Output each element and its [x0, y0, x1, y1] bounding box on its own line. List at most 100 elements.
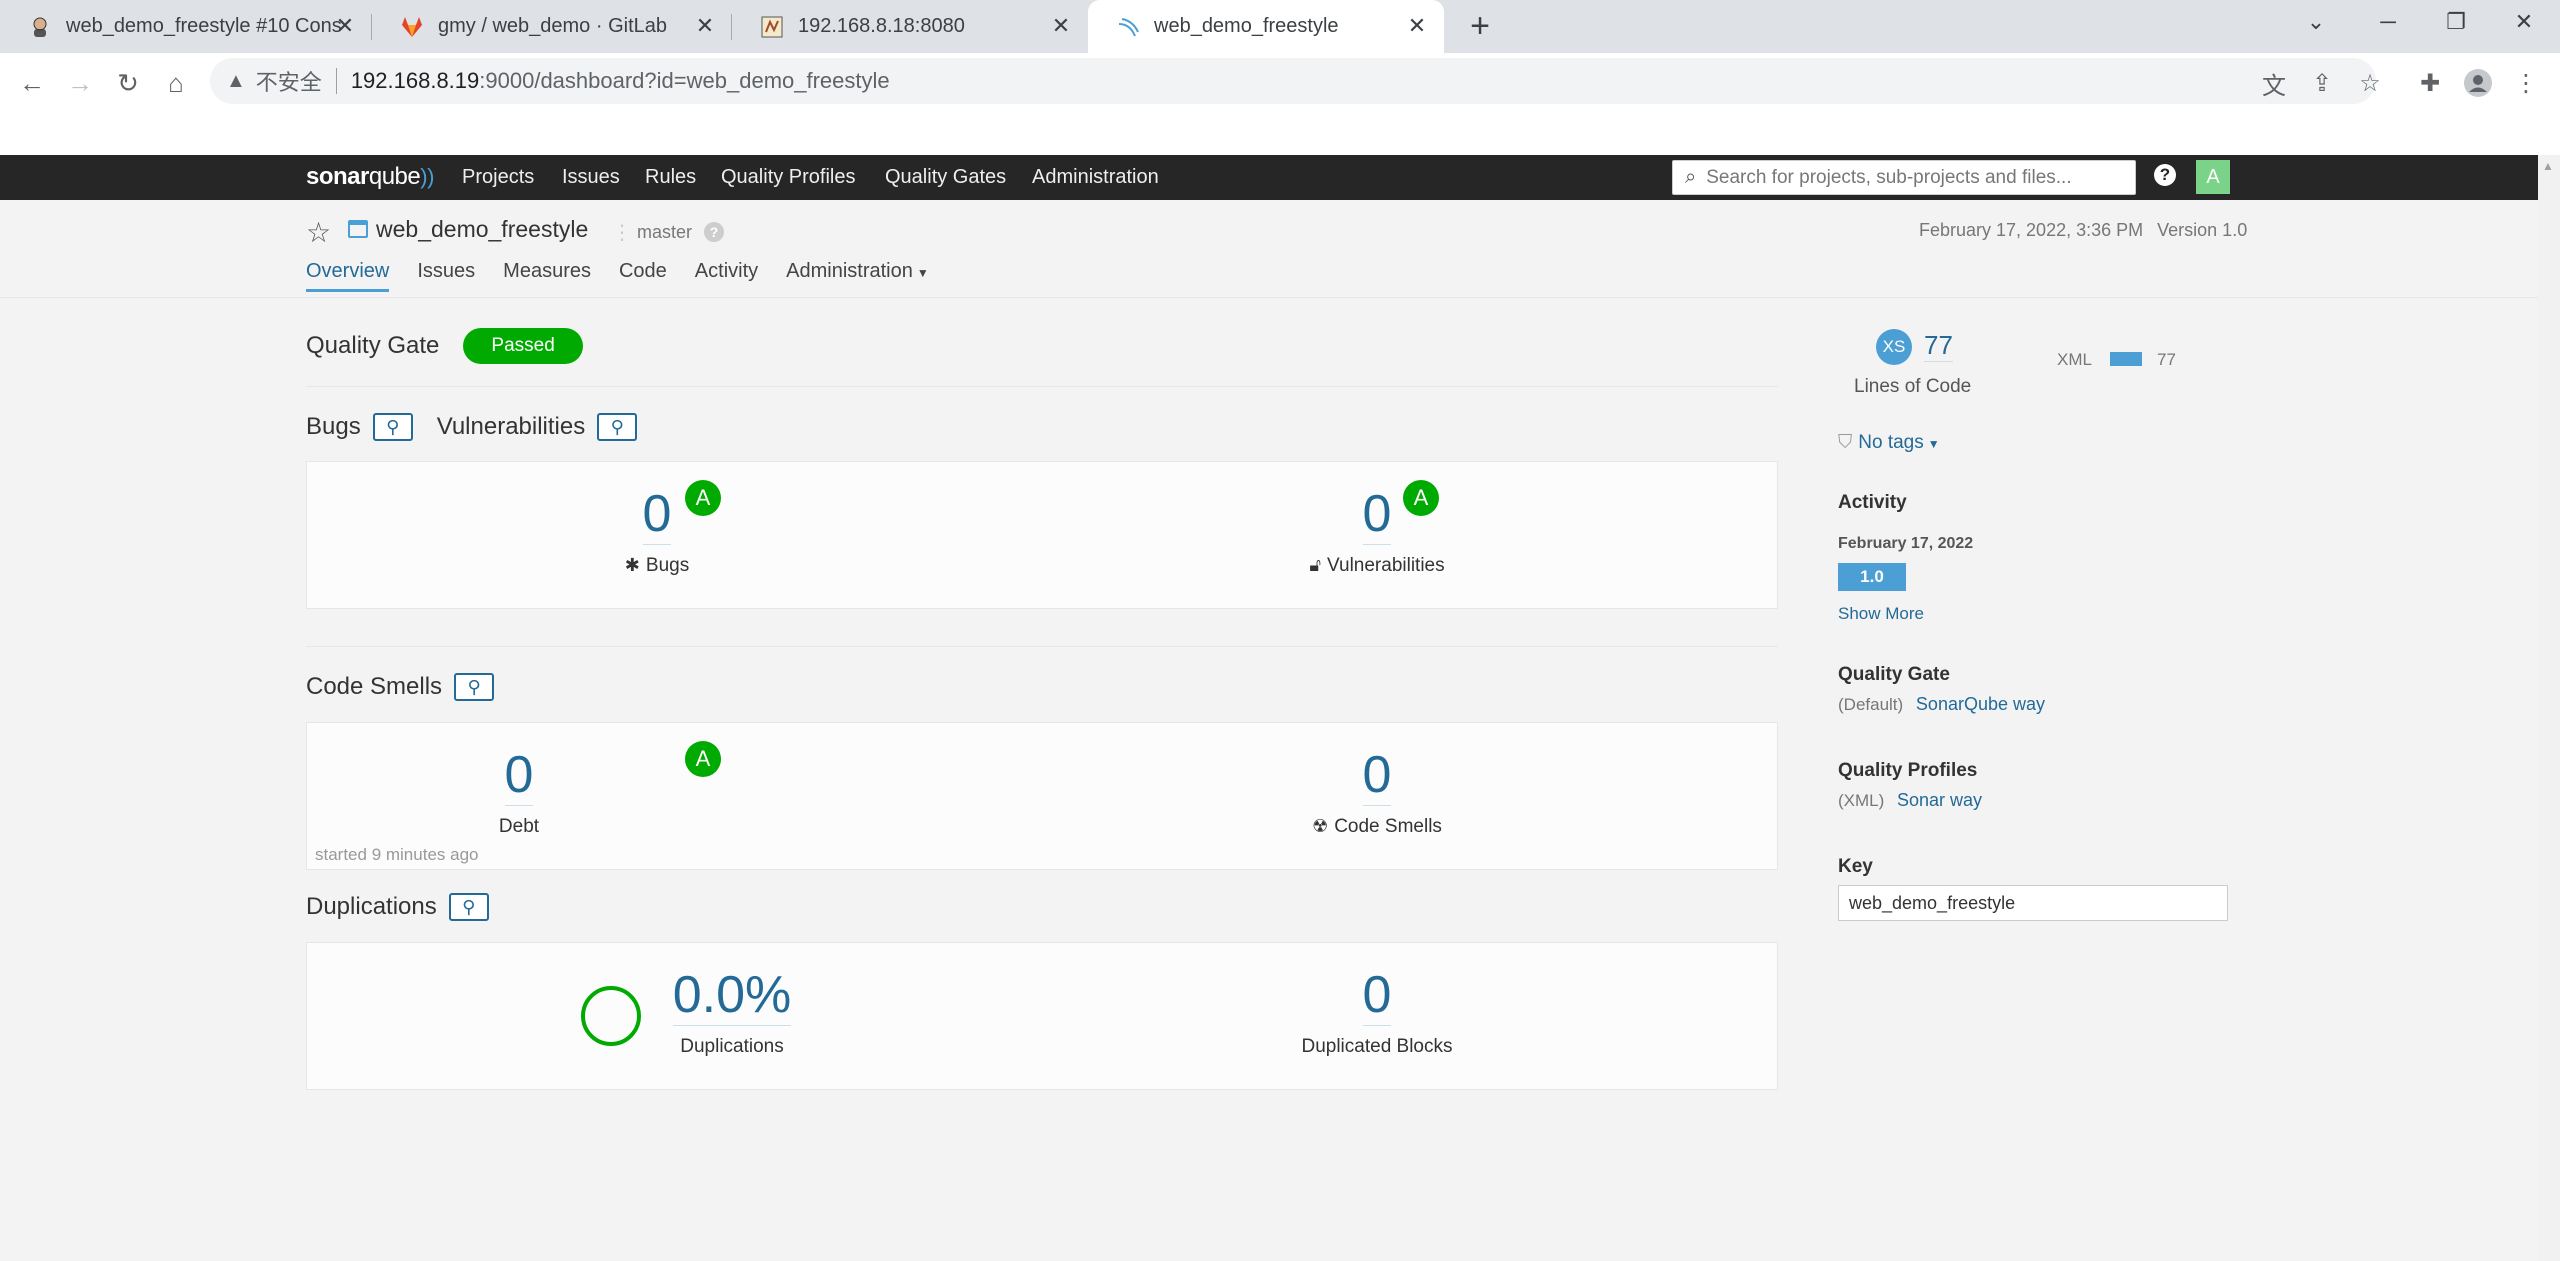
activity-version-badge: 1.0 — [1838, 563, 1906, 591]
project-name[interactable]: web_demo_freestyle — [376, 216, 588, 243]
vulnerabilities-rating-badge[interactable]: A — [1403, 480, 1439, 516]
nav-projects[interactable]: Projects — [462, 155, 534, 200]
divider — [306, 646, 1778, 647]
close-window-button[interactable]: ✕ — [2494, 0, 2554, 44]
show-more-link[interactable]: Show More — [1838, 604, 1924, 624]
tab-search-chevron-icon[interactable]: ⌄ — [2286, 0, 2346, 44]
size-rating-badge: XS — [1876, 329, 1912, 365]
code-smells-label-row: ☢ Code Smells — [1307, 816, 1447, 838]
forward-arrow-icon[interactable]: → — [60, 63, 100, 103]
quality-gate-status-badge: Passed — [463, 328, 583, 364]
quality-gate-row: Quality Gate Passed — [306, 328, 583, 364]
sonarqube-logo[interactable]: sonarqube)) — [306, 163, 434, 191]
quality-gate-title: Quality Gate — [1838, 664, 1950, 685]
tag-icon: ⛉ — [1838, 432, 1853, 453]
lines-of-code-value[interactable]: 77 — [1924, 330, 1953, 362]
quality-gate-link[interactable]: SonarQube way — [1916, 694, 2045, 714]
favorite-star-icon[interactable]: ☆ — [306, 216, 331, 249]
back-arrow-icon[interactable]: ← — [12, 63, 52, 103]
scroll-up-arrow-icon[interactable]: ▲ — [2542, 159, 2554, 173]
duplications-drilldown-button[interactable]: ⚲ — [448, 893, 489, 921]
browser-tab-tomcat[interactable]: 192.168.8.18:8080 ✕ — [732, 0, 1088, 53]
tab-administration[interactable]: Administration ▼ — [786, 260, 929, 291]
project-key-field[interactable]: web_demo_freestyle — [1838, 885, 2228, 921]
browser-tab-gitlab[interactable]: gmy / web_demo · GitLab ✕ — [372, 0, 732, 53]
browser-tab-sonarqube[interactable]: web_demo_freestyle ✕ — [1088, 0, 1444, 53]
vulnerabilities-value[interactable]: 0 — [1362, 484, 1392, 545]
bugs-vulns-header: Bugs ⚲ Vulnerabilities ⚲ — [306, 413, 638, 441]
translate-icon[interactable]: 文 — [2254, 63, 2294, 103]
home-icon[interactable]: ⌂ — [156, 63, 196, 103]
bugs-label-row: ✱ Bugs — [577, 555, 737, 577]
browser-tab-jenkins[interactable]: web_demo_freestyle #10 Cons ✕ — [0, 0, 372, 53]
analysis-date: February 17, 2022, 3:36 PM — [1919, 220, 2144, 240]
close-tab-icon[interactable]: ✕ — [332, 13, 358, 39]
profile-icon[interactable] — [2458, 63, 2498, 103]
browser-toolbar: ← → ↻ ⌂ ▲ 不安全 192.168.8.19:9000/dashboar… — [0, 53, 2560, 156]
bugs-value[interactable]: 0 — [642, 484, 672, 545]
duplicated-blocks-value[interactable]: 0 — [1362, 965, 1392, 1026]
vulnerabilities-metric: 0 🔓︎ Vulnerabilities — [1267, 484, 1487, 577]
new-tab-button[interactable]: + — [1460, 6, 1500, 46]
extensions-puzzle-icon[interactable]: ✚ — [2410, 63, 2450, 103]
radiation-icon: ☢ — [1312, 816, 1329, 836]
tab-measures[interactable]: Measures — [503, 260, 591, 291]
nav-quality-profiles[interactable]: Quality Profiles — [721, 155, 856, 200]
branch-icon: ⋮ — [612, 222, 632, 244]
global-search-input[interactable]: ⌕ Search for projects, sub-projects and … — [1672, 160, 2136, 195]
share-icon[interactable]: ⇪ — [2302, 63, 2342, 103]
user-avatar[interactable]: A — [2196, 160, 2230, 194]
duplications-value[interactable]: 0.0% — [672, 965, 792, 1026]
tab-title: 192.168.8.18:8080 — [798, 15, 965, 37]
nav-quality-gates[interactable]: Quality Gates — [885, 155, 1006, 200]
bugs-rating-badge[interactable]: A — [685, 480, 721, 516]
debt-label: Debt — [498, 816, 540, 837]
vulnerabilities-label: Vulnerabilities — [1327, 555, 1445, 576]
tags-label: No tags — [1858, 432, 1924, 453]
tab-overview[interactable]: Overview — [306, 260, 390, 292]
reload-icon[interactable]: ↻ — [108, 63, 148, 103]
bugs-title: Bugs — [306, 413, 361, 440]
tags-selector[interactable]: ⛉ No tags ▼ — [1838, 432, 1940, 454]
tab-administration-label: Administration — [786, 260, 913, 282]
language-name: XML — [2057, 350, 2092, 369]
address-bar[interactable]: ▲ 不安全 192.168.8.19:9000/dashboard?id=web… — [210, 58, 2376, 104]
code-smells-drilldown-button[interactable]: ⚲ — [454, 673, 495, 701]
caret-down-icon: ▼ — [916, 266, 929, 280]
close-tab-icon[interactable]: ✕ — [692, 13, 718, 39]
quality-gate-default: (Default) — [1838, 695, 1904, 714]
tab-title: gmy / web_demo · GitLab — [438, 15, 667, 37]
tomcat-icon — [760, 15, 784, 39]
bugs-drilldown-button[interactable]: ⚲ — [372, 413, 413, 441]
page-scrollbar[interactable]: ▲ — [2538, 155, 2560, 1261]
bookmark-star-icon[interactable]: ☆ — [2350, 63, 2390, 103]
code-smells-value[interactable]: 0 — [1362, 745, 1392, 806]
restore-button[interactable]: ❐ — [2426, 0, 2486, 44]
close-tab-icon[interactable]: ✕ — [1048, 13, 1074, 39]
sonarqube-icon — [1116, 15, 1140, 39]
caret-down-icon: ▼ — [1927, 437, 1940, 451]
close-tab-icon[interactable]: ✕ — [1404, 13, 1430, 39]
maintainability-rating-badge[interactable]: A — [685, 741, 721, 777]
branch-help-icon[interactable]: ? — [704, 222, 724, 242]
duplications-panel: 0.0% Duplications 0 Duplicated Blocks — [306, 942, 1778, 1090]
browser-menu-icon[interactable]: ⋮ — [2506, 63, 2546, 103]
tab-code[interactable]: Code — [619, 260, 667, 291]
nav-rules[interactable]: Rules — [645, 155, 696, 200]
tab-title: web_demo_freestyle — [1154, 15, 1339, 37]
quality-profile-link[interactable]: Sonar way — [1897, 790, 1982, 810]
duplications-metric: 0.0% Duplications — [652, 965, 812, 1058]
debt-value[interactable]: 0 — [504, 745, 534, 806]
url-path: :9000/dashboard?id=web_demo_freestyle — [479, 68, 890, 93]
key-title: Key — [1838, 856, 1873, 877]
nav-administration[interactable]: Administration — [1032, 155, 1159, 200]
gitlab-icon — [400, 15, 424, 39]
quality-gate-info: (Default) SonarQube way — [1838, 694, 2045, 715]
nav-issues[interactable]: Issues — [562, 155, 620, 200]
help-icon[interactable]: ? — [2154, 164, 2176, 186]
vulnerabilities-drilldown-button[interactable]: ⚲ — [597, 413, 638, 441]
bugs-label: Bugs — [645, 555, 690, 576]
tab-activity[interactable]: Activity — [695, 260, 758, 291]
tab-issues[interactable]: Issues — [417, 260, 475, 291]
minimize-button[interactable]: ─ — [2358, 0, 2418, 44]
